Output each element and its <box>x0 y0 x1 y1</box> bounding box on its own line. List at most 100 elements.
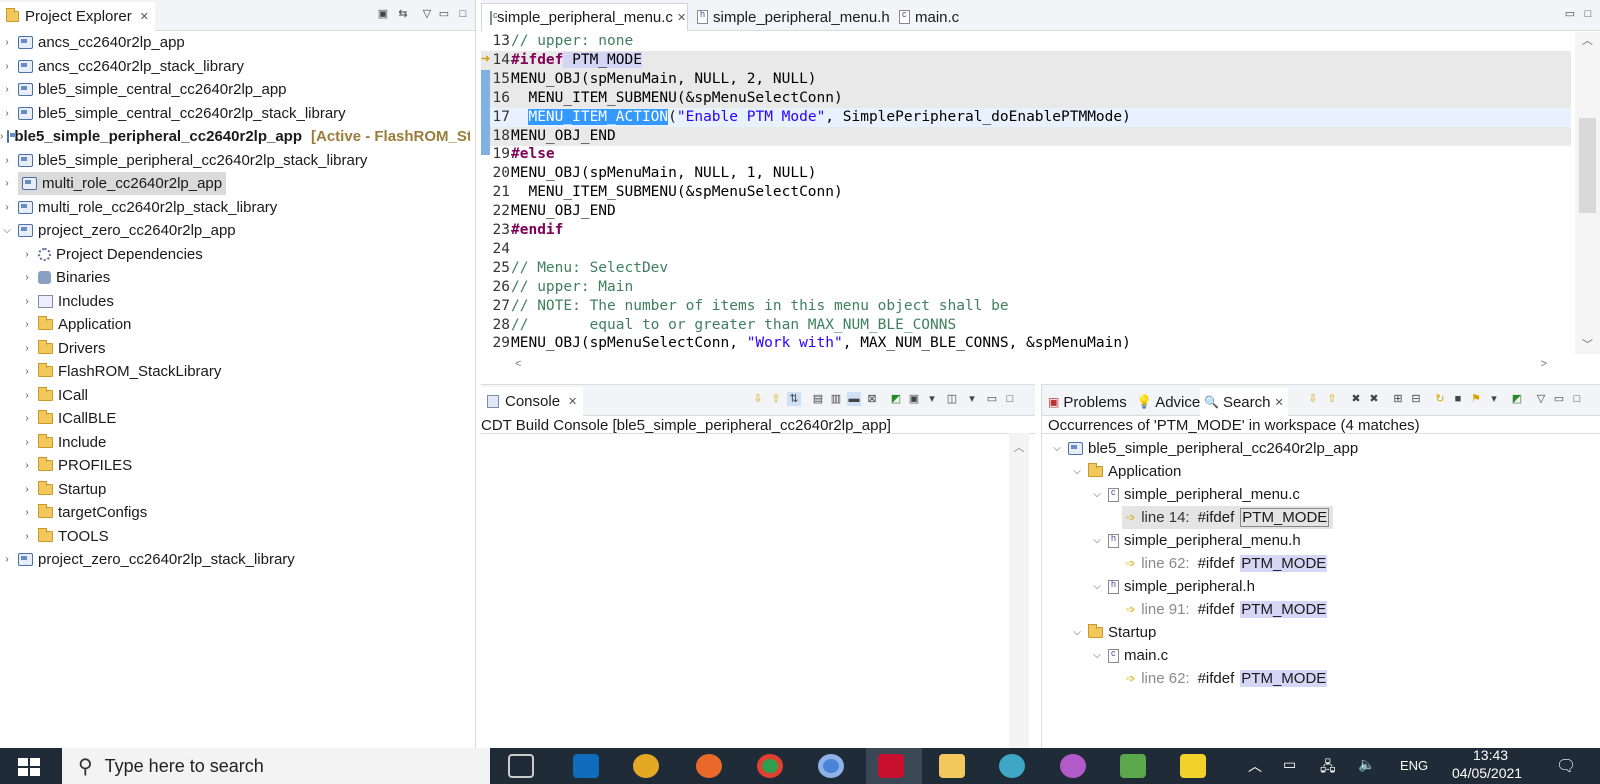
chevron-right-icon[interactable]: › <box>0 108 14 119</box>
firefox-icon[interactable] <box>696 754 722 778</box>
chevron-right-icon[interactable]: › <box>20 413 34 424</box>
code-line[interactable]: 27// NOTE: The number of items in this m… <box>481 297 1571 316</box>
scroll-up-icon[interactable]: ︿ <box>1575 32 1600 48</box>
code-line[interactable]: 28// equal to or greater than MAX_NUM_BL… <box>481 316 1571 335</box>
file-explorer-icon[interactable] <box>939 754 965 778</box>
pin-console-icon[interactable]: ◩ <box>889 392 903 406</box>
run-search-icon[interactable]: ↻ <box>1433 392 1447 406</box>
code-line[interactable]: 22MENU_OBJ_END <box>481 202 1571 221</box>
chrome-icon[interactable] <box>818 754 844 778</box>
code-line[interactable]: 18MENU_OBJ_END <box>481 126 1571 146</box>
close-icon[interactable]: ✕ <box>568 395 577 408</box>
taskbar-search-box[interactable]: ⚲ Type here to search <box>62 748 490 784</box>
search-match-row[interactable]: ➩ line 91: #ifdef PTM_MODE <box>1122 598 1328 621</box>
tree-item[interactable]: › Drivers <box>20 337 106 360</box>
tree-item[interactable]: ⌵ project_zero_cc2640r2lp_app <box>0 219 235 242</box>
tree-item[interactable]: › ble5_simple_peripheral_cc2640r2lp_stack… <box>0 149 367 172</box>
close-icon[interactable]: ✕ <box>140 10 149 23</box>
editor-tab-simple-peripheral-menu-h[interactable]: simple_peripheral_menu.h <box>689 3 898 31</box>
outlook-icon[interactable] <box>573 754 599 778</box>
chevron-down-icon[interactable]: ⌵ <box>1090 535 1104 546</box>
chevron-down-icon[interactable]: ⌵ <box>1090 489 1104 500</box>
scroll-left-icon[interactable]: < <box>515 358 521 370</box>
search-match-row[interactable]: ➩ line 62: #ifdef PTM_MODE <box>1122 667 1328 690</box>
chevron-right-icon[interactable]: › <box>20 460 34 471</box>
network-icon[interactable]: 🖧 <box>1320 756 1336 780</box>
expand-all-icon[interactable]: ⊞ <box>1391 392 1405 406</box>
code-line[interactable]: 24 <box>481 240 1571 259</box>
tab-search[interactable]: 🔍 Search ✕ <box>1200 388 1288 416</box>
tree-item[interactable]: › Startup <box>20 478 106 501</box>
chevron-right-icon[interactable]: › <box>20 484 34 495</box>
search-result-folder-startup[interactable]: ⌵ Startup <box>1070 621 1156 644</box>
tree-item[interactable]: › ancs_cc2640r2lp_stack_library <box>0 55 244 78</box>
chevron-right-icon[interactable]: › <box>20 507 34 518</box>
settings-app-icon[interactable] <box>633 754 659 778</box>
scrollbar-thumb[interactable] <box>1579 118 1596 213</box>
collapse-all-icon[interactable]: ▣ <box>376 7 390 21</box>
cancel-search-icon[interactable]: ■ <box>1451 392 1465 406</box>
chevron-right-icon[interactable]: › <box>0 61 14 72</box>
code-line[interactable]: 29MENU_OBJ(spMenuSelectConn, "Work with"… <box>481 334 1571 353</box>
code-line[interactable]: 17 MENU_ITEM_ACTION("Enable PTM Mode", S… <box>481 107 1571 127</box>
tree-item[interactable]: › ble5_simple_central_cc2640r2lp_stack_li… <box>0 102 345 125</box>
chevron-right-icon[interactable]: › <box>0 131 3 142</box>
show-console-icon[interactable]: ▬ <box>847 392 861 406</box>
code-line[interactable]: 26// upper: Main <box>481 278 1571 297</box>
pdf-app-icon[interactable] <box>1180 754 1206 778</box>
volume-icon[interactable]: 🔈 <box>1358 756 1375 773</box>
code-line[interactable]: 16 MENU_ITEM_SUBMENU(&spMenuSelectConn) <box>481 88 1571 108</box>
scroll-down-arrow-icon[interactable]: ⇩ <box>751 392 765 406</box>
tab-problems[interactable]: ▣ Problems <box>1044 388 1131 416</box>
tree-item[interactable]: › TOOLS <box>20 525 109 548</box>
remove-all-matches-icon[interactable]: ✖ <box>1367 392 1381 406</box>
maximize-icon[interactable]: □ <box>1003 392 1017 406</box>
remove-match-icon[interactable]: ✖ <box>1349 392 1363 406</box>
code-line[interactable]: 20MENU_OBJ(spMenuMain, NULL, 1, NULL) <box>481 164 1571 183</box>
app-icon[interactable] <box>999 754 1025 778</box>
clear-console-icon[interactable]: ▤ <box>811 392 825 406</box>
chevron-right-icon[interactable]: › <box>0 202 14 213</box>
maximize-icon[interactable]: □ <box>456 7 470 21</box>
console-vertical-scrollbar[interactable]: ︿ <box>1009 433 1029 749</box>
view-menu-icon[interactable]: ▽ <box>420 7 434 21</box>
previous-match-icon[interactable]: ⇧ <box>1325 392 1339 406</box>
minimize-icon[interactable]: ▭ <box>985 392 999 406</box>
dropdown-icon[interactable]: ▾ <box>1487 392 1501 406</box>
project-explorer-tab[interactable]: Project Explorer ✕ <box>0 2 155 31</box>
dropdown-icon[interactable]: ▾ <box>925 392 939 406</box>
chevron-down-icon[interactable]: ⌵ <box>1050 443 1064 454</box>
task-view-icon[interactable] <box>508 754 534 778</box>
minimize-icon[interactable]: ▭ <box>437 7 451 21</box>
tree-item[interactable]: › Binaries <box>20 266 110 289</box>
chevron-down-icon[interactable]: ⌵ <box>0 225 14 236</box>
editor-vertical-scrollbar[interactable]: ︿ ﹀ <box>1575 32 1600 354</box>
code-line[interactable]: 15MENU_OBJ(spMenuMain, NULL, 2, NULL) <box>481 69 1571 89</box>
chevron-down-icon[interactable]: ⌵ <box>1090 581 1104 592</box>
code-line[interactable]: 13// upper: none <box>481 32 1571 51</box>
pin-view-icon[interactable]: ◩ <box>1510 392 1524 406</box>
chevron-right-icon[interactable]: › <box>0 84 14 95</box>
app-icon[interactable] <box>1060 754 1086 778</box>
maximize-icon[interactable]: □ <box>1570 392 1584 406</box>
chevron-right-icon[interactable]: › <box>20 343 34 354</box>
dropdown-icon[interactable]: ▾ <box>965 392 979 406</box>
chevron-right-icon[interactable]: › <box>20 531 34 542</box>
minimize-icon[interactable]: ▭ <box>1563 7 1577 21</box>
search-history-icon[interactable]: ⚑ <box>1469 392 1483 406</box>
search-match-row[interactable]: ➩ line 14: #ifdef PTM_MODE <box>1122 506 1334 529</box>
close-icon[interactable]: ✕ <box>1274 396 1283 409</box>
chevron-right-icon[interactable]: › <box>20 319 34 330</box>
chevron-right-icon[interactable]: › <box>0 37 14 48</box>
collapse-all-icon[interactable]: ⊟ <box>1409 392 1423 406</box>
tree-item[interactable]: › ancs_cc2640r2lp_app <box>0 31 184 54</box>
chrome-icon[interactable] <box>757 754 783 778</box>
language-indicator[interactable]: ENG <box>1400 758 1428 773</box>
tree-item[interactable]: › PROFILES <box>20 454 132 477</box>
tree-item[interactable]: › ble5_simple_central_cc2640r2lp_app <box>0 78 286 101</box>
code-line[interactable]: 21 MENU_ITEM_SUBMENU(&spMenuSelectConn) <box>481 183 1571 202</box>
tree-item[interactable]: › ble5_simple_peripheral_cc2640r2lp_app [A… <box>0 125 470 148</box>
battery-icon[interactable]: ▭ <box>1283 756 1296 773</box>
search-result-file[interactable]: ⌵ simple_peripheral_menu.h <box>1090 529 1301 552</box>
tree-item[interactable]: › Includes <box>20 290 114 313</box>
